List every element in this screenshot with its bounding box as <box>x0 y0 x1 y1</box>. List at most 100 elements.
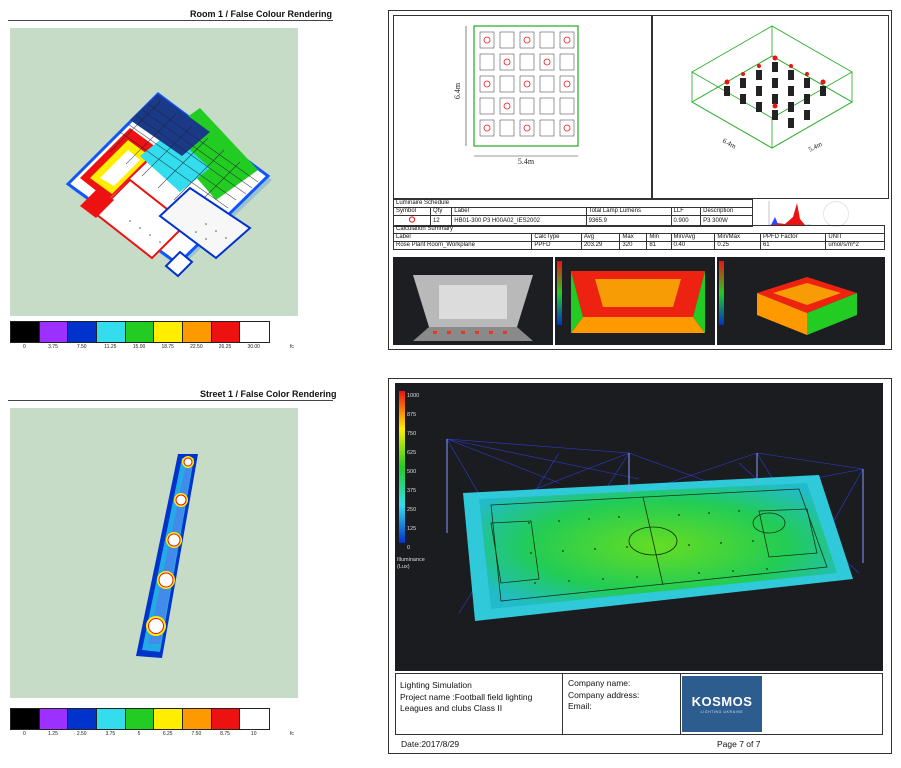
table-header: Qty <box>430 207 453 216</box>
legend-tick: 3.75 <box>48 344 58 350</box>
room-legend-ticks: 0 3.75 7.50 11.25 15.00 18.75 22.50 26.2… <box>10 344 268 350</box>
isometric-view-drawing: 6.4m 5.4m <box>690 25 854 154</box>
table-header: CalcType <box>531 233 582 242</box>
plan-height-label: 6.4m <box>453 82 462 99</box>
street-render <box>136 454 198 658</box>
table-header: Label <box>451 207 587 216</box>
legend-swatch <box>125 322 155 342</box>
title-block: Lighting Simulation Project name :Footba… <box>395 673 883 735</box>
table-cell: 61 <box>759 241 827 250</box>
legend-tick: 8.75 <box>220 731 230 737</box>
table-cell: 203.29 <box>580 241 621 250</box>
title-block-divider <box>562 674 563 734</box>
room-3d-render-image <box>413 275 533 341</box>
title-rule <box>8 20 333 21</box>
scale-tick: 125 <box>407 526 417 532</box>
scale-tick: 1000 <box>407 393 420 399</box>
table-header: Label <box>392 233 533 242</box>
project-name: Project name :Football field lighting <box>400 691 533 702</box>
page-number: Page 7 of 7 <box>717 739 761 749</box>
legend-tick: 0 <box>22 731 26 737</box>
legend-tick: 26.25 <box>218 344 232 350</box>
table-cell: PPFD <box>531 241 582 250</box>
company-address-label: Company address: <box>568 689 640 700</box>
legend-swatch <box>240 709 270 729</box>
legend-swatch <box>39 322 69 342</box>
table-cell: Rose Plant Room_Workplane <box>392 241 533 250</box>
title-block-divider <box>680 674 681 734</box>
legend-tick: 2.50 <box>76 731 87 737</box>
legend-tick: 5 <box>137 731 141 737</box>
scale-tick: 500 <box>407 469 417 475</box>
table-header: Min/Avg <box>670 233 716 242</box>
street-rendering-title: Street 1 / False Color Rendering <box>200 389 337 399</box>
legend-tick: 30.00 <box>247 344 260 350</box>
legend-swatch <box>68 322 98 342</box>
football-report-sheet: 1000 875 750 625 500 375 250 125 0 Illum… <box>388 378 892 754</box>
street-legend-ticks: 0 1.25 2.50 3.75 5 6.25 7.50 8.75 10 <box>10 731 268 737</box>
table-header: Description <box>700 207 753 216</box>
room-false-colour-render <box>555 257 715 345</box>
document-type: Lighting Simulation <box>400 680 472 690</box>
plan-view: 5.4m 6.4m <box>393 15 653 199</box>
calculation-summary-table: Calculation Summary Label CalcType Avg M… <box>392 225 885 250</box>
football-field-illuminance <box>446 438 864 621</box>
street-legend-unit: fc <box>290 731 294 737</box>
legend-tick: 11.25 <box>104 344 117 350</box>
room-isometric-render <box>65 92 272 278</box>
email-label: Email: <box>568 701 592 711</box>
table-cell: 0.25 <box>714 241 761 250</box>
table-header: LLF <box>670 207 702 216</box>
legend-tick: 22.50 <box>190 344 203 350</box>
illuminance-scale-label: Illuminance (Lux) <box>397 557 425 571</box>
company-info: Company name: Company address: Email: <box>568 678 639 713</box>
plan-width-label: 5.4m <box>518 157 535 166</box>
legend-tick: 7.50 <box>76 344 87 350</box>
legend-swatch <box>97 322 126 342</box>
room-false-colour-plot <box>10 28 298 316</box>
plan-view-drawing: 5.4m 6.4m <box>453 25 579 166</box>
legend-swatch <box>154 709 184 729</box>
company-name-label: Company name: <box>568 678 631 688</box>
legend-swatch <box>125 709 155 729</box>
iso-dim-a: 6.4m <box>721 137 738 151</box>
street-colour-legend <box>10 708 270 730</box>
iso-dim-b: 5.4m <box>807 140 824 154</box>
room-rendering-title: Room 1 / False Colour Rendering <box>190 9 333 19</box>
table-header: Symbol <box>392 207 432 216</box>
table-cell: 81 <box>646 241 672 250</box>
legend-swatch <box>11 322 40 342</box>
legend-swatch <box>39 709 69 729</box>
legend-swatch <box>97 709 126 729</box>
isometric-view: 6.4m 5.4m <box>651 15 889 199</box>
luminaire-schedule-table: Luminaire Schedule Symbol Qty Label Tota… <box>392 199 753 227</box>
table-header: Avg <box>580 233 621 242</box>
calculation-summary-title: Calculation Summary <box>393 225 885 234</box>
table-row: Rose Plant Room_Workplane PPFD 203.29 32… <box>392 241 885 250</box>
legend-swatch <box>11 709 40 729</box>
room-3d-render <box>393 257 553 345</box>
scale-tick: 875 <box>407 412 417 418</box>
scale-label-line: (Lux) <box>397 564 410 570</box>
luminaire-schedule-title: Luminaire Schedule <box>393 199 753 208</box>
table-header: Total Lamp Lumens <box>585 207 672 216</box>
legend-swatch <box>183 709 212 729</box>
kosmos-logo: KOSMOS LIGHTING UKRAINE <box>682 676 762 732</box>
project-info: Lighting Simulation Project name :Footba… <box>400 680 532 715</box>
football-field-render: 1000 875 750 625 500 375 250 125 0 Illum… <box>395 383 883 671</box>
polar-diagram-thumbnail <box>823 201 849 227</box>
legend-tick: 1.25 <box>48 731 58 737</box>
legend-tick: 15.00 <box>132 344 146 350</box>
table-header-row: Symbol Qty Label Total Lamp Lumens LLF D… <box>392 207 753 216</box>
report-date: Date:2017/8/29 <box>401 739 460 749</box>
legend-swatch <box>211 709 241 729</box>
project-class: Leagues and clubs Class II <box>400 703 503 713</box>
legend-tick: 0 <box>22 344 26 350</box>
legend-tick: 7.50 <box>191 731 202 737</box>
table-header: PPFD Factor <box>759 233 827 242</box>
table-cell: umol/s/m^2 <box>825 241 885 250</box>
table-header: Min/Max <box>714 233 761 242</box>
logo-wordmark: KOSMOS <box>691 694 753 709</box>
room-false-colour-isometric-image <box>719 261 857 335</box>
legend-tick: 18.75 <box>161 344 174 350</box>
